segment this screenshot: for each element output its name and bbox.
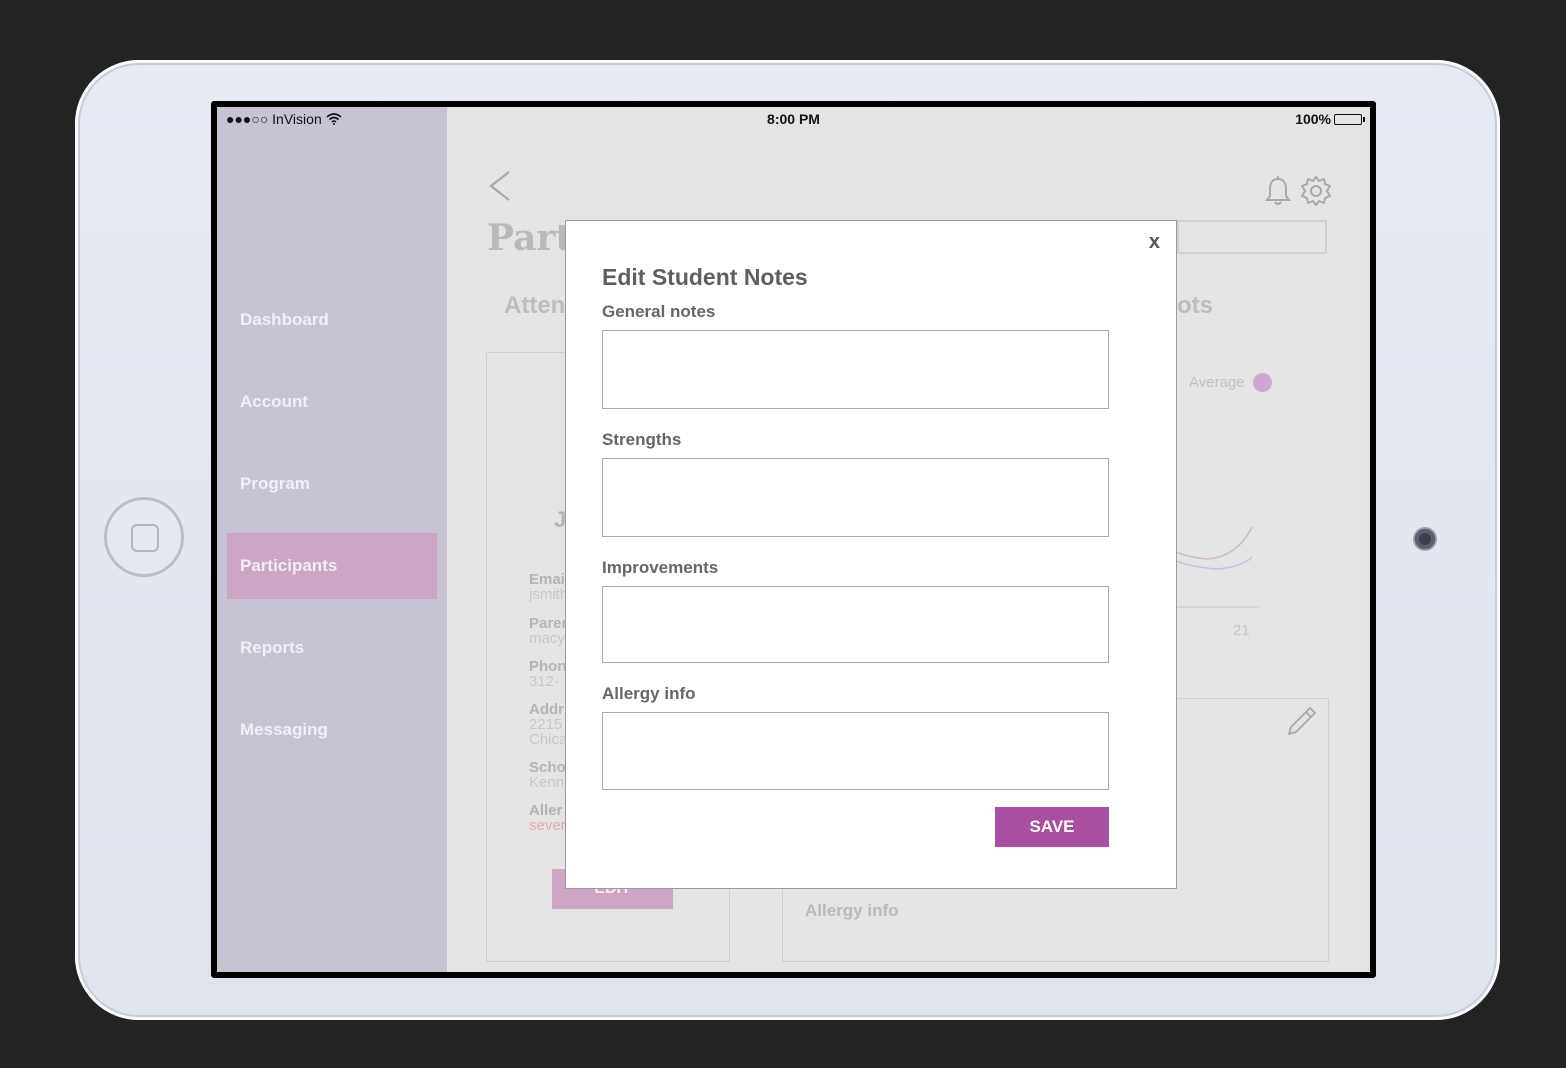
battery-status: 100% [1295, 111, 1365, 127]
sidebar-item-participants[interactable]: Participants [227, 533, 437, 599]
notes-allergy-label: Allergy info [805, 901, 899, 920]
snapshots-heading: ots [1177, 292, 1213, 319]
home-square-icon [131, 524, 159, 552]
gear-icon[interactable] [1300, 175, 1332, 207]
info-value: jsmith [529, 586, 569, 603]
sidebar-item-label: Account [240, 392, 308, 411]
sidebar-item-dashboard[interactable]: Dashboard [227, 287, 437, 353]
sidebar: Dashboard Account Program Participants R… [217, 107, 447, 972]
camera-lens [1413, 527, 1437, 551]
legend-label: Average [1189, 374, 1245, 391]
modal-title: Edit Student Notes [602, 264, 808, 290]
info-school: Scho Kenn [529, 760, 566, 790]
bell-icon[interactable] [1264, 175, 1292, 207]
header-actions [1264, 175, 1332, 207]
info-value: sever [529, 817, 566, 834]
battery-icon [1334, 113, 1365, 125]
info-address: Addr 2215 Chica [529, 702, 567, 747]
battery-percent: 100% [1295, 111, 1331, 127]
home-button[interactable] [104, 497, 184, 577]
allergy-info-label: Allergy info [602, 684, 696, 703]
info-key: Addr [529, 701, 564, 718]
app-screen: ●●●○○ InVision 8:00 PM 100% Dashboard Ac… [217, 107, 1370, 972]
info-allergy: Aller sever [529, 803, 566, 833]
general-notes-label: General notes [602, 302, 716, 321]
sidebar-item-reports[interactable]: Reports [227, 615, 437, 681]
info-key: Phon [529, 658, 567, 675]
info-phone: Phon 312- [529, 659, 567, 689]
sidebar-item-messaging[interactable]: Messaging [227, 697, 437, 763]
info-parent: Parer macy [529, 616, 567, 646]
info-key: Aller [529, 802, 563, 819]
sidebar-item-label: Messaging [240, 720, 328, 739]
sidebar-item-label: Participants [240, 556, 338, 575]
strengths-field[interactable] [602, 458, 1109, 537]
chart-legend: Average [1189, 373, 1272, 392]
search-input[interactable] [1177, 220, 1327, 254]
status-bar: ●●●○○ InVision 8:00 PM 100% [217, 107, 1370, 131]
info-key: Parer [529, 615, 568, 632]
chart-tick: 21 [1233, 622, 1250, 639]
info-value: Chica [529, 731, 568, 748]
info-key: Scho [529, 759, 566, 776]
chevron-left-icon[interactable] [487, 169, 513, 203]
info-value: 2215 [529, 716, 563, 733]
sidebar-item-label: Program [240, 474, 310, 493]
close-button[interactable]: x [1149, 231, 1160, 254]
sidebar-item-account[interactable]: Account [227, 369, 437, 435]
allergy-info-field[interactable] [602, 712, 1109, 790]
sidebar-item-label: Dashboard [240, 310, 329, 329]
info-value: macy [529, 630, 565, 647]
status-time: 8:00 PM [767, 111, 820, 127]
info-key: Emai [529, 571, 565, 588]
legend-swatch [1252, 373, 1272, 392]
sidebar-item-program[interactable]: Program [227, 451, 437, 517]
edit-notes-modal: x Edit Student Notes General notes Stren… [565, 220, 1177, 889]
sidebar-item-label: Reports [240, 638, 305, 657]
info-value: Kenn [529, 774, 565, 791]
tablet-screen: ●●●○○ InVision 8:00 PM 100% Dashboard Ac… [211, 101, 1376, 978]
strengths-label: Strengths [602, 430, 682, 449]
improvements-field[interactable] [602, 586, 1109, 663]
info-value: 312- [529, 673, 560, 690]
general-notes-field[interactable] [602, 330, 1109, 409]
attendance-heading: Atten [504, 292, 566, 319]
pencil-icon[interactable] [1286, 705, 1318, 737]
save-button[interactable]: SAVE [995, 807, 1109, 847]
improvements-label: Improvements [602, 558, 719, 577]
info-email: Emai jsmith [529, 572, 568, 602]
